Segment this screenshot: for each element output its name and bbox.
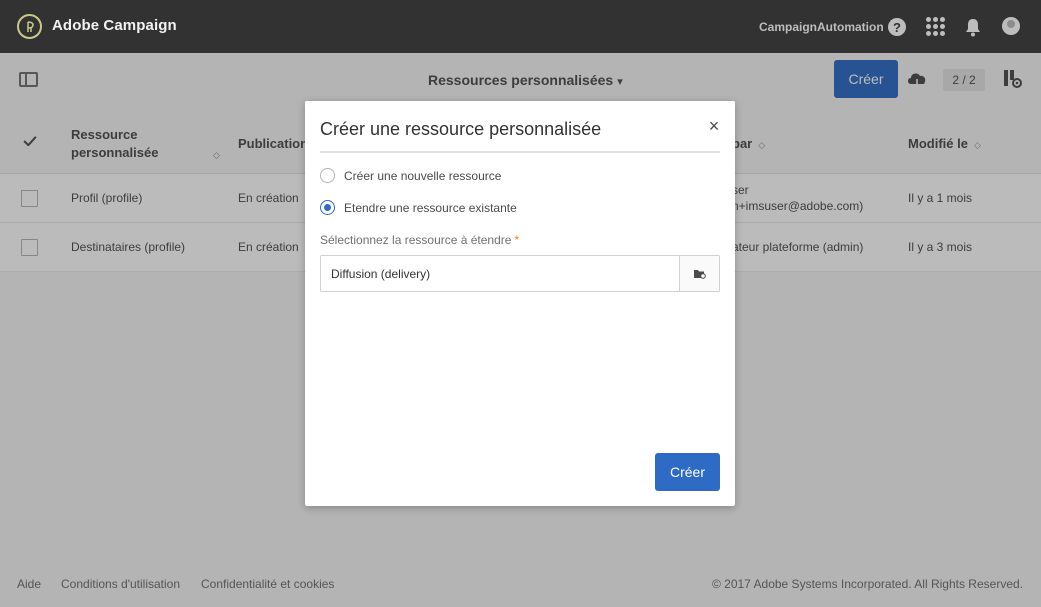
adobe-campaign-logo-icon[interactable] [17, 14, 42, 39]
user-name[interactable]: CampaignAutomation [759, 20, 884, 34]
dialog-divider [320, 151, 720, 153]
folder-picker-icon [694, 270, 706, 279]
radio-extend-resource[interactable]: Etendre une ressource existante [320, 200, 517, 215]
apps-grid-icon[interactable] [926, 17, 945, 36]
close-icon[interactable]: × [705, 117, 723, 135]
field-label: Sélectionnez la ressource à étendre * [320, 233, 519, 247]
avatar[interactable] [1002, 17, 1020, 35]
bell-icon[interactable] [964, 17, 982, 37]
required-marker: * [514, 233, 520, 247]
field-label-text: Sélectionnez la ressource à étendre [320, 233, 512, 247]
radio-label: Etendre une ressource existante [344, 200, 517, 215]
radio-new-resource[interactable]: Créer une nouvelle ressource [320, 168, 501, 183]
app-title[interactable]: Adobe Campaign [52, 17, 177, 34]
resource-select-field[interactable] [320, 255, 720, 292]
create-resource-dialog: Créer une ressource personnalisée × Crée… [305, 101, 735, 506]
dialog-title: Créer une ressource personnalisée [320, 119, 602, 139]
radio-button[interactable] [320, 200, 335, 215]
folder-picker-button[interactable] [679, 256, 719, 291]
radio-label: Créer une nouvelle ressource [344, 168, 502, 183]
radio-button[interactable] [320, 168, 335, 183]
dialog-create-button[interactable]: Créer [655, 453, 720, 491]
app-header: Adobe Campaign CampaignAutomation ? [0, 0, 1041, 53]
help-icon[interactable]: ? [888, 18, 906, 36]
resource-input[interactable] [321, 256, 679, 291]
